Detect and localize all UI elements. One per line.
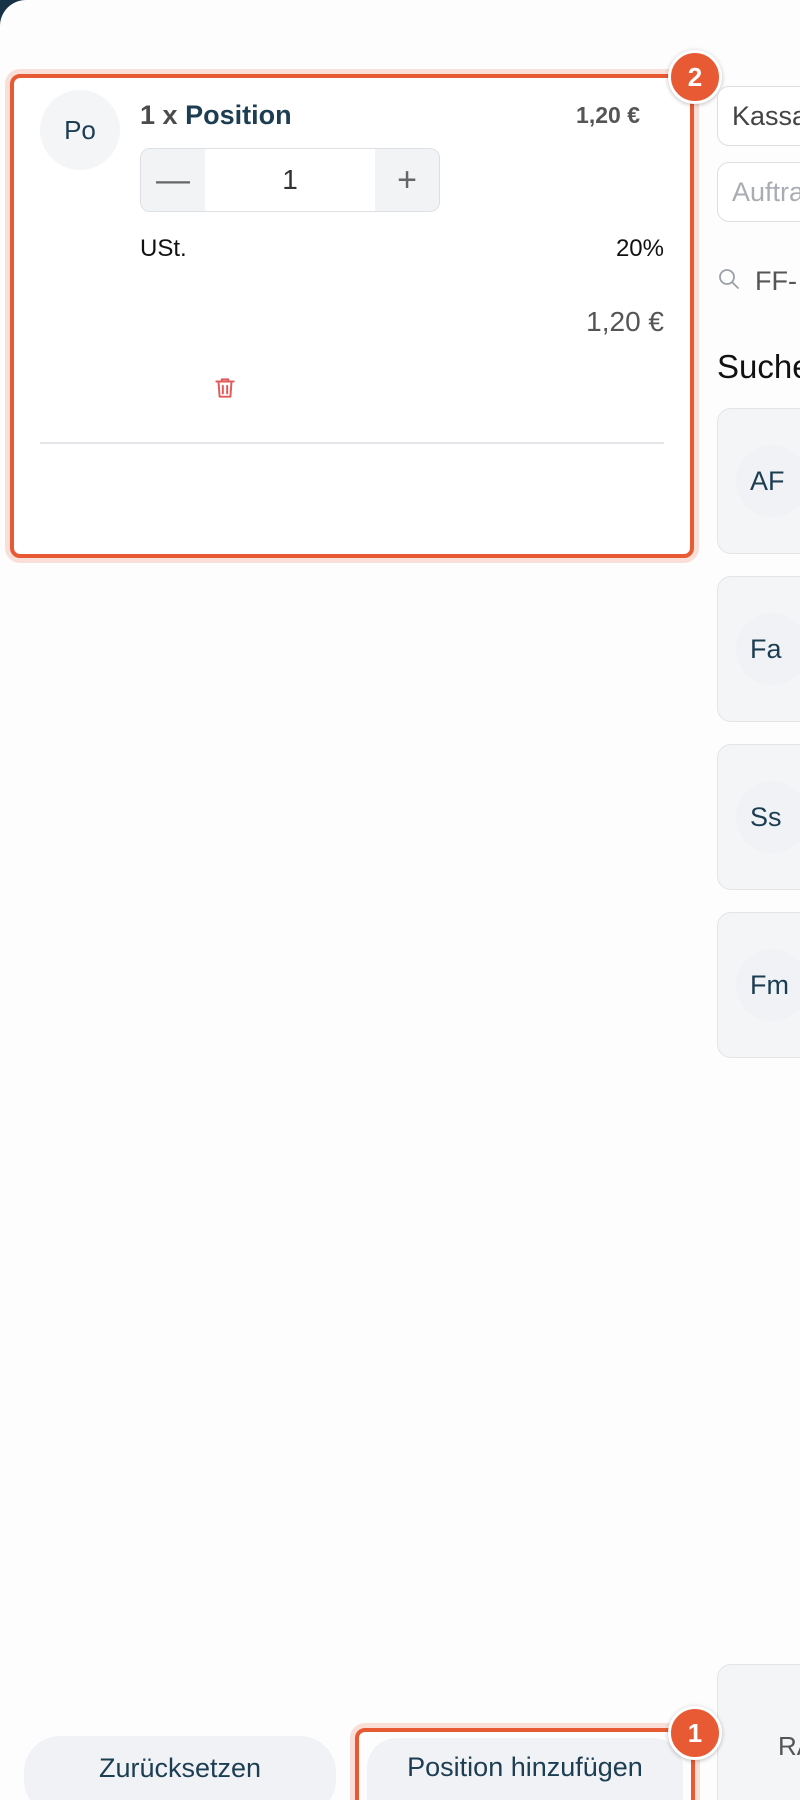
customer-card[interactable]: AF [717, 408, 800, 554]
search-section-title: Suche [717, 348, 800, 385]
search-icon [717, 267, 741, 296]
search-bar[interactable]: FF- [717, 266, 797, 297]
divider [40, 442, 664, 444]
order-field[interactable]: Auftra [717, 162, 800, 222]
tax-value: 20% [615, 235, 664, 262]
item-quantity-prefix: 1 x [140, 100, 178, 130]
trash-icon[interactable] [212, 375, 238, 401]
item-unit-price: 1,20 € [576, 102, 640, 128]
reset-button[interactable]: Zurücksetzen [24, 1736, 336, 1800]
item-avatar: Po [40, 90, 120, 170]
customer-initials: AF [736, 445, 800, 517]
step-badge: 2 [668, 50, 722, 104]
customer-initials: Fm [736, 949, 800, 1021]
quantity-stepper: — 1 + [140, 148, 440, 212]
decrement-button[interactable]: — [141, 149, 205, 211]
register-field[interactable]: Kassa [717, 86, 800, 146]
add-position-button-highlight: Position hinzufügen [355, 1728, 695, 1800]
customer-initials: Ss [736, 781, 800, 853]
search-input[interactable]: FF- [755, 266, 797, 297]
step-badge: 1 [668, 1706, 722, 1760]
customer-card[interactable]: Ss [717, 744, 800, 890]
quantity-value[interactable]: 1 [205, 149, 375, 211]
tax-label: USt. [140, 235, 187, 262]
customer-initials: Fa [736, 613, 800, 685]
item-name: Position [185, 100, 292, 130]
add-position-button[interactable]: Position hinzufügen [367, 1738, 683, 1800]
line-total: 1,20 € [586, 306, 664, 337]
customer-card[interactable]: Fa [717, 576, 800, 722]
summary-card[interactable]: RA [717, 1664, 800, 1800]
increment-button[interactable]: + [375, 149, 439, 211]
item-title: 1 x Position [140, 100, 292, 131]
summary-label: RA [778, 1731, 800, 1761]
cart-item[interactable]: Po 1 x Position 1,20 € — 1 + USt. 20% 1,… [10, 74, 694, 558]
customer-card[interactable]: Fm [717, 912, 800, 1058]
pos-screen: Po 1 x Position 1,20 € — 1 + USt. 20% 1,… [0, 0, 800, 1800]
